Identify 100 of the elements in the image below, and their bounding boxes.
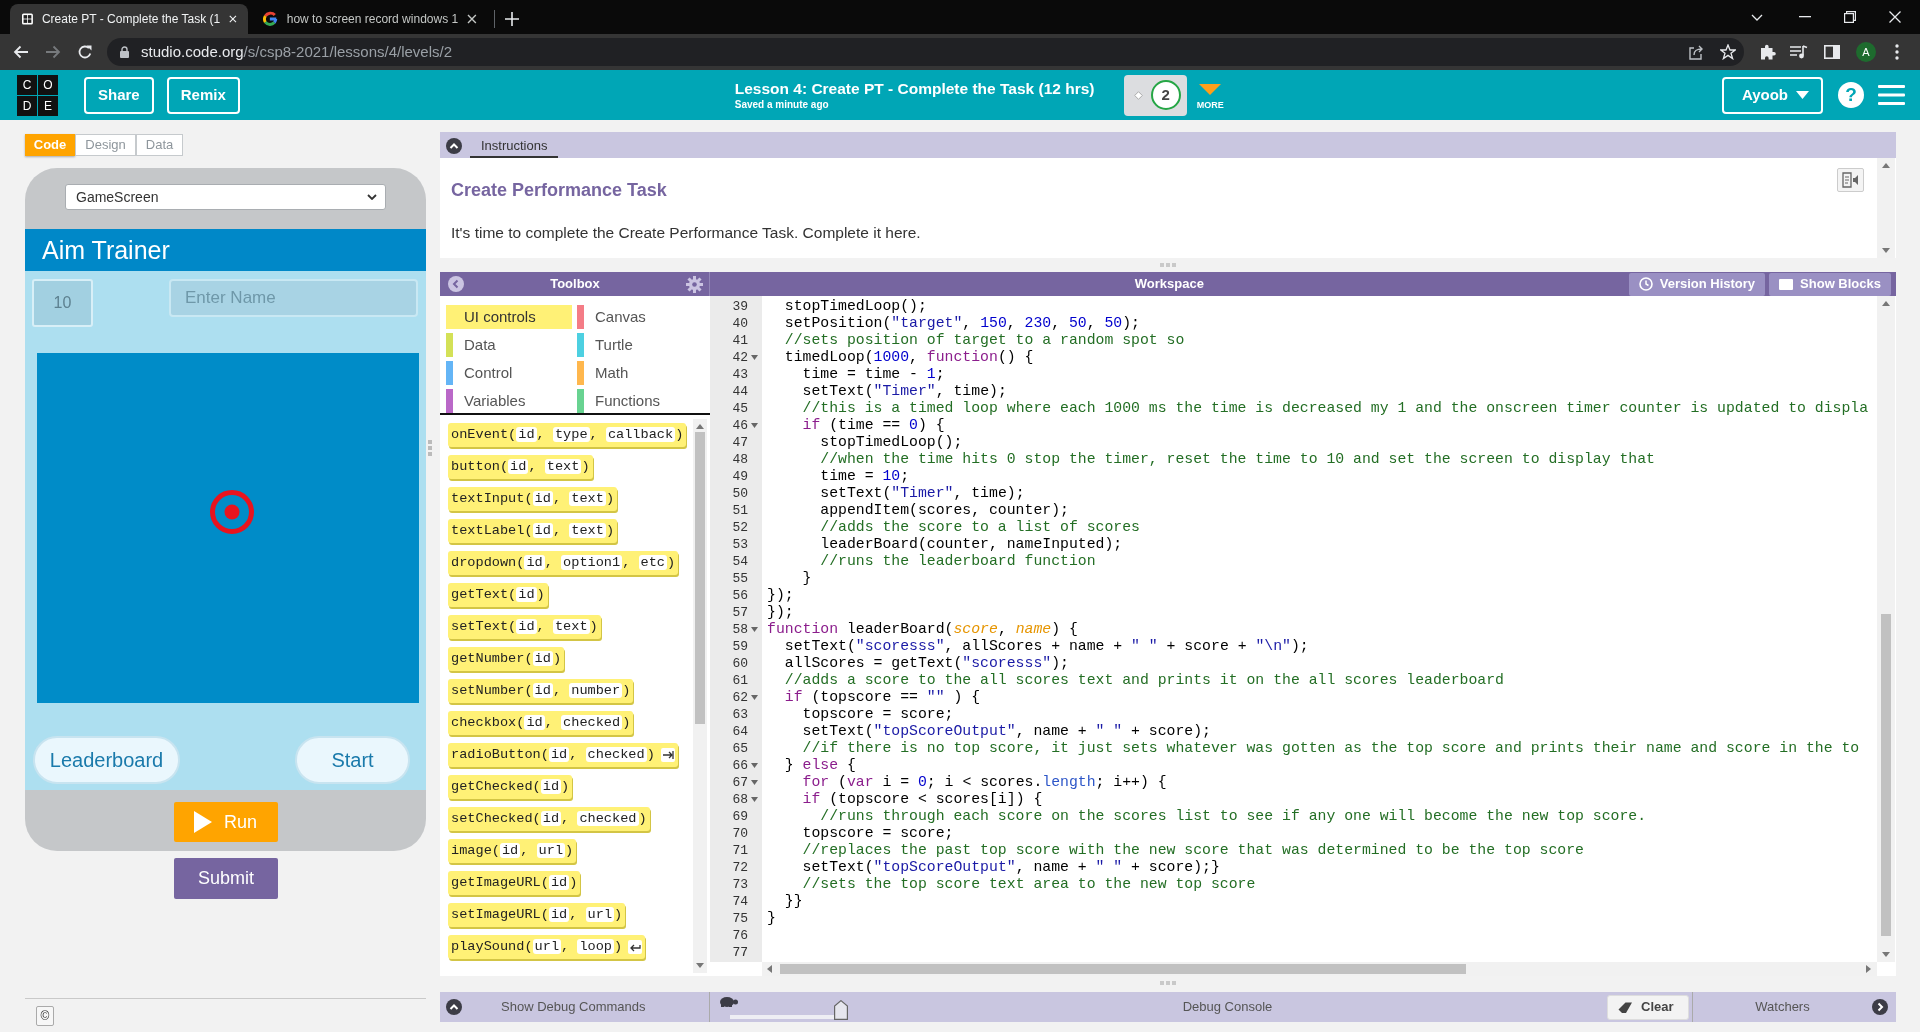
vertical-scrollbar[interactable]: [1877, 158, 1895, 258]
code-block[interactable]: dropdown(id, option1, etc): [448, 551, 679, 575]
scroll-down-icon[interactable]: [696, 963, 704, 968]
code-block[interactable]: onEvent(id, type, callback): [448, 423, 687, 447]
code-line: //this is a timed loop where each 1000 ms the time is decreased my 1 and the onscreen timer counter is updated to displa: [802, 400, 1869, 417]
submit-button[interactable]: Submit: [174, 858, 278, 899]
fold-caret-icon[interactable]: [750, 695, 758, 700]
line-number: 76: [732, 926, 748, 945]
category-item[interactable]: Canvas: [577, 305, 703, 329]
code-block[interactable]: getImageURL(id): [448, 871, 581, 895]
start-button[interactable]: Start: [295, 736, 410, 784]
copyright-button[interactable]: ©: [36, 1006, 54, 1026]
slider-thumb[interactable]: [834, 1000, 848, 1020]
read-aloud-button[interactable]: [1837, 168, 1864, 192]
fold-caret-icon[interactable]: [750, 780, 758, 785]
line-number: 51: [732, 501, 748, 520]
line-number: 44: [732, 382, 748, 401]
scrollbar-thumb[interactable]: [695, 432, 705, 724]
code-block[interactable]: textLabel(id, text): [448, 519, 618, 543]
side-panel-icon[interactable]: [1824, 45, 1840, 59]
line-number: 67: [732, 773, 748, 792]
line-number: 68: [732, 790, 748, 809]
speed-slider[interactable]: [730, 998, 848, 1022]
category-item[interactable]: Turtle: [577, 333, 703, 357]
category-item[interactable]: UI controls: [446, 305, 572, 329]
code-line: //adds a score to the all scores text and prints it on the all scores leaderboard: [784, 672, 1504, 689]
vertical-scrollbar[interactable]: [693, 419, 707, 973]
category-item[interactable]: Variables: [446, 389, 572, 413]
name-input[interactable]: Enter Name: [169, 279, 418, 317]
expand-right-icon[interactable]: [1872, 999, 1888, 1015]
browser-tab[interactable]: Create PT - Complete the Task (1: [10, 4, 248, 34]
restore-icon[interactable]: [1844, 11, 1856, 23]
category-item[interactable]: Functions: [577, 389, 703, 413]
settings-icon[interactable]: [686, 275, 703, 293]
horizontal-scrollbar[interactable]: [762, 962, 1877, 976]
code-block[interactable]: setNumber(id, number): [448, 679, 634, 703]
code-line: }: [802, 570, 812, 587]
category-item[interactable]: Math: [577, 361, 703, 385]
lesson-title: Lesson 4: Create PT - Complete the Task (12 hrs): [734, 79, 1096, 99]
scroll-up-icon[interactable]: [1882, 301, 1890, 306]
back-icon[interactable]: [13, 44, 29, 60]
menu-icon[interactable]: [1878, 85, 1905, 105]
fold-caret-icon[interactable]: [750, 627, 758, 632]
clear-button[interactable]: Clear: [1607, 994, 1689, 1020]
code-block[interactable]: getChecked(id): [448, 775, 573, 799]
line-number: 66: [732, 756, 748, 775]
code-block[interactable]: radioButton(id, checked): [448, 743, 678, 767]
fold-caret-icon[interactable]: [750, 355, 758, 360]
fold-caret-icon[interactable]: [750, 763, 758, 768]
more-icon[interactable]: [1895, 44, 1899, 60]
playlist-icon[interactable]: [1790, 45, 1808, 59]
code-block[interactable]: setText(id, text): [448, 615, 601, 639]
code-block[interactable]: checkbox(id, checked): [448, 711, 634, 735]
category-item[interactable]: Control: [446, 361, 572, 385]
scroll-right-icon[interactable]: [1866, 965, 1871, 973]
category-item[interactable]: Data: [446, 333, 572, 357]
code-block[interactable]: getNumber(id): [448, 647, 565, 671]
grip-icon[interactable]: [428, 439, 432, 456]
scroll-left-icon[interactable]: [767, 965, 772, 973]
logo[interactable]: C O D E: [17, 74, 58, 116]
code-block[interactable]: setImageURL(id, url): [448, 903, 626, 927]
line-number: 59: [732, 637, 748, 656]
scrollbar-thumb[interactable]: [780, 964, 1466, 974]
workspace-title: Workspace: [1133, 275, 1205, 294]
minimize-icon[interactable]: [1799, 16, 1811, 18]
code-line: topscore = score;: [802, 706, 954, 723]
reload-icon[interactable]: [77, 44, 93, 60]
code-block[interactable]: playSound(url, loop): [448, 935, 646, 959]
share-icon[interactable]: [1688, 44, 1704, 60]
vertical-scrollbar[interactable]: [1877, 296, 1895, 962]
g-logo-icon: [262, 11, 278, 27]
fold-caret-icon[interactable]: [750, 423, 758, 428]
code-block[interactable]: image(id, url): [448, 839, 577, 863]
scroll-up-icon[interactable]: [696, 424, 704, 429]
scroll-up-icon[interactable]: [1882, 163, 1890, 168]
code-line: stopTimedLoop();: [784, 298, 927, 315]
screen-dropdown[interactable]: GameScreen: [65, 184, 386, 210]
profile-avatar[interactable]: A: [1856, 42, 1876, 62]
scroll-down-icon[interactable]: [1882, 248, 1890, 253]
collapse-icon[interactable]: [446, 137, 462, 154]
code-block[interactable]: setChecked(id, checked): [448, 807, 650, 831]
new-tab-icon[interactable]: [505, 12, 519, 26]
fold-caret-icon[interactable]: [750, 797, 758, 802]
close-icon[interactable]: [467, 14, 477, 24]
puzzle-icon[interactable]: [1760, 44, 1776, 60]
browser-tab[interactable]: how to screen record windows 1: [250, 4, 488, 34]
code-block[interactable]: textInput(id, text): [448, 487, 618, 511]
address-field[interactable]: studio.code.org/s/csp8-2021/lessons/4/levels/2: [107, 38, 1744, 66]
grip-icon[interactable]: [1160, 263, 1176, 267]
debug-commands-toggle[interactable]: Show Debug Commands: [440, 992, 710, 1022]
chevron-down-icon[interactable]: [1751, 13, 1763, 21]
scrollbar-thumb[interactable]: [1881, 614, 1891, 936]
line-number: 54: [732, 552, 748, 571]
code-block[interactable]: getText(id): [448, 583, 548, 607]
level-bubble[interactable]: 2: [1150, 80, 1181, 110]
leaderboard-button[interactable]: Leaderboard: [33, 736, 180, 784]
grip-icon[interactable]: [1160, 981, 1176, 985]
code-block[interactable]: button(id, text): [448, 455, 593, 479]
scroll-down-icon[interactable]: [1882, 952, 1890, 957]
star-icon[interactable]: [1720, 44, 1736, 60]
